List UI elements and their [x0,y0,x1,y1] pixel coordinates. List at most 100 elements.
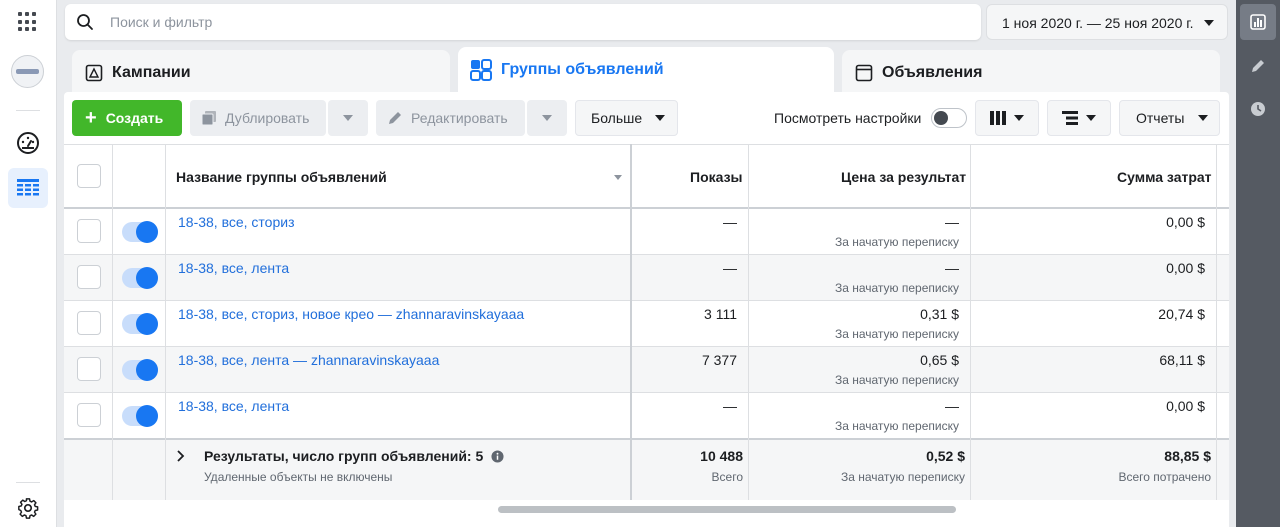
ad-set-name-link[interactable]: 18-38, все, сториз [178,214,295,230]
row-checkbox[interactable] [77,265,101,289]
chevron-down-icon [655,115,666,121]
create-button[interactable]: + Создать [72,100,182,136]
edit-panel-button[interactable] [1240,48,1276,84]
cost-per-result-value: 0,31 $ [920,306,959,322]
tab-ad-sets[interactable]: Группы объявлений [458,47,834,97]
rail-divider [16,110,40,111]
ad-set-name-link[interactable]: 18-38, все, лента [178,398,289,414]
horizontal-scrollbar[interactable] [498,506,956,513]
right-tools-rail [1236,0,1280,527]
impressions-value: — [723,214,737,230]
view-settings-label: Посмотреть настройки [774,110,922,126]
more-button[interactable]: Больше [575,100,678,136]
chevron-right-icon[interactable] [176,450,186,462]
more-button-label: Больше [591,110,643,126]
tab-campaigns-label: Кампании [112,64,191,81]
cost-per-result-caption: За начатую переписку [834,419,959,433]
summary-impressions: 10 488 [700,448,743,464]
ad-set-status-toggle[interactable] [122,405,158,427]
header-divider [64,207,1229,209]
ad-set-name-link[interactable]: 18-38, все, лента [178,260,289,276]
ads-manager-table-icon[interactable] [8,168,48,208]
tab-ads[interactable]: Объявления [842,50,1220,94]
cost-per-result-caption: За начатую переписку [834,327,959,341]
gear-icon[interactable] [17,497,39,522]
info-icon[interactable] [491,450,504,463]
ad-set-status-toggle[interactable] [122,221,158,243]
ad-set-status-toggle[interactable] [122,359,158,381]
row-checkbox[interactable] [77,219,101,243]
columns-icon [990,111,1006,125]
history-panel-button[interactable] [1240,91,1276,127]
column-header-name[interactable]: Название группы объявлений [176,169,387,185]
search-input[interactable]: Поиск и фильтр [110,14,212,30]
row-checkbox[interactable] [77,311,101,335]
summary-impressions-caption: Всего [711,470,743,484]
column-divider [165,144,166,500]
apps-grid-icon[interactable] [18,12,38,32]
column-divider [1216,144,1217,500]
summary-divider [64,438,1229,440]
frozen-column-divider [630,144,632,500]
ad-set-name-link[interactable]: 18-38, все, сториз, новое крео — zhannar… [178,306,524,322]
summary-cost-per-result: 0,52 $ [926,448,965,464]
summary-amount-spent: 88,85 $ [1164,448,1211,464]
column-header-cost-per-result[interactable]: Цена за результат [841,169,966,185]
column-divider [748,144,749,500]
date-range-picker[interactable]: 1 ноя 2020 г. — 25 ноя 2020 г. [986,4,1228,40]
date-range-label: 1 ноя 2020 г. — 25 ноя 2020 г. [1002,15,1194,31]
amount-spent-value: 68,11 $ [1159,352,1205,368]
select-all-checkbox[interactable] [77,164,101,188]
duplicate-dropdown-button[interactable] [328,100,368,136]
tab-ad-sets-label: Группы объявлений [501,61,664,78]
cost-per-result-caption: За начатую переписку [834,281,959,295]
impressions-value: 3 111 [704,306,737,322]
left-navigation-rail [0,0,57,527]
column-divider [970,144,971,500]
chevron-down-icon [1086,115,1096,121]
summary-cost-caption: За начатую переписку [840,470,965,484]
row-checkbox[interactable] [77,357,101,381]
summary-title: Результаты, число групп объявлений: 5 [204,448,504,464]
tab-campaigns[interactable]: Кампании [72,50,450,94]
ad-set-status-toggle[interactable] [122,267,158,289]
account-avatar[interactable] [11,55,44,88]
cost-per-result-caption: За начатую переписку [834,235,959,249]
dashboard-gauge-icon[interactable] [16,131,40,158]
reports-button[interactable]: Отчеты [1119,100,1220,136]
charts-panel-button[interactable] [1240,4,1276,40]
duplicate-button-label: Дублировать [225,110,310,126]
breakdown-button[interactable] [1047,100,1111,136]
edit-button[interactable]: Редактировать [376,100,525,136]
sort-caret-icon[interactable] [614,175,622,180]
duplicate-icon [201,111,216,126]
column-divider [112,144,113,500]
search-icon [76,13,94,34]
view-settings-toggle[interactable] [931,108,967,128]
ad-set-name-link[interactable]: 18-38, все, лента — zhannaravinskayaaa [178,352,439,368]
row-divider [64,300,1229,301]
ad-sets-grid-icon [470,59,492,81]
duplicate-button[interactable]: Дублировать [190,100,326,136]
tab-ads-label: Объявления [882,64,983,81]
column-header-amount-spent[interactable]: Сумма затрат [1117,169,1212,185]
chevron-down-icon [1198,115,1209,121]
ad-sets-panel: + Создать Дублировать Редактировать Боль… [64,92,1229,527]
reports-button-label: Отчеты [1136,110,1185,126]
search-filter-bar[interactable]: Поиск и фильтр [65,4,981,40]
columns-button[interactable] [975,100,1039,136]
summary-subtitle: Удаленные объекты не включены [204,470,393,484]
ad-set-status-toggle[interactable] [122,313,158,335]
summary-title-text: Результаты, число групп объявлений: 5 [204,448,484,464]
row-divider [64,346,1229,347]
edit-dropdown-button[interactable] [527,100,567,136]
campaign-folder-icon [85,64,103,82]
row-checkbox[interactable] [77,403,101,427]
row-divider [64,392,1229,393]
table-border [64,144,1229,145]
cost-per-result-value: — [945,398,959,414]
column-header-impressions[interactable]: Показы [690,169,743,185]
row-divider [64,254,1229,255]
amount-spent-value: 0,00 $ [1166,398,1205,414]
chevron-down-icon [1204,20,1214,26]
